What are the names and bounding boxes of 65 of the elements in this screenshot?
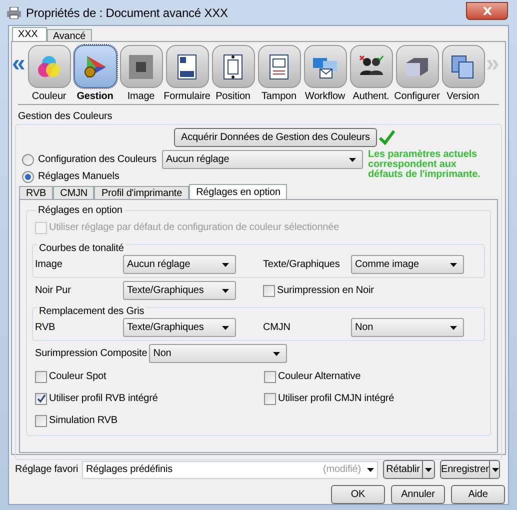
checkbox-label: Couleur Alternative — [278, 370, 361, 383]
radio-label: Configuration des Couleurs — [38, 153, 157, 166]
checkbox-label: Simulation RVB — [49, 414, 118, 427]
checkbox-label: Utiliser réglage par défaut de configuration de couleur sélectionnée — [49, 221, 340, 234]
tab[interactable]: Réglages en option — [189, 184, 288, 199]
previous-arrow[interactable]: « — [12, 45, 26, 83]
modified-note: (modifié) — [323, 463, 361, 476]
caret-icon — [450, 326, 457, 330]
tab[interactable]: CMJN — [53, 186, 94, 199]
caret-icon — [222, 288, 229, 292]
tab[interactable]: Profil d'imprimante — [94, 186, 190, 199]
dropdown[interactable]: Texte/Graphiques — [123, 281, 236, 300]
section-title: Gestion des Couleurs — [18, 110, 114, 123]
checkbox[interactable] — [264, 370, 276, 382]
checkbox[interactable] — [263, 284, 275, 296]
checkbox-label: Surimpression en Noir — [277, 284, 374, 297]
caret-icon — [222, 262, 229, 266]
radio-label: Réglages Manuels — [38, 170, 120, 183]
checkbox-label: Couleur Spot — [49, 370, 106, 383]
dropdown[interactable]: Aucun réglage — [123, 255, 236, 274]
dialog-button[interactable]: Annuler — [391, 485, 445, 504]
field-label: Noir Pur — [35, 284, 72, 297]
field-label: Image — [35, 258, 64, 271]
checkbox[interactable] — [35, 392, 47, 404]
dialog-button[interactable]: OK — [331, 485, 385, 504]
field-label: CMJN — [263, 321, 292, 334]
dropdown[interactable]: Non — [351, 318, 464, 337]
radio-button[interactable] — [22, 154, 34, 166]
checkbox[interactable] — [264, 392, 276, 404]
tab[interactable]: RVB — [19, 186, 54, 199]
checkbox[interactable] — [35, 370, 47, 382]
dropdown[interactable]: Aucun réglage — [162, 150, 363, 169]
toolbar-icon — [127, 52, 155, 80]
group-title: Réglages en option — [36, 204, 124, 217]
dropdown[interactable]: Non — [149, 344, 288, 363]
caret-icon — [492, 468, 499, 472]
caret-icon — [450, 262, 457, 266]
split-button[interactable]: Rétablir — [383, 460, 435, 479]
caret-icon — [222, 326, 229, 330]
checkbox-label: Utiliser profil RVB intégré — [49, 392, 158, 405]
tab[interactable]: XXX — [12, 27, 47, 41]
radio-button[interactable] — [22, 170, 34, 182]
field-label: Surimpression Composite — [35, 347, 148, 360]
caret-icon — [367, 468, 374, 472]
caret-icon — [349, 158, 356, 162]
window-title: Propriétés de : Document avancé XXX — [26, 6, 228, 20]
close-button[interactable] — [466, 2, 508, 20]
group-title: Remplacement des Gris — [37, 305, 146, 318]
field-label: Texte/Graphiques — [263, 258, 341, 271]
split-button[interactable]: Enregistrer — [440, 460, 500, 479]
checkbox[interactable] — [35, 414, 47, 426]
favorite-dropdown[interactable]: Réglages prédéfinis (modifié) — [82, 460, 378, 478]
tab[interactable]: Avancé — [47, 29, 92, 41]
status-message: Les paramètres actuels correspondent aux défauts de l'imprimante. — [368, 150, 482, 180]
caret-icon — [273, 352, 280, 356]
dropdown[interactable]: Texte/Graphiques — [123, 318, 236, 337]
dialog-button[interactable]: Acquérir Données de Gestion des Couleurs — [174, 128, 377, 146]
close-icon — [482, 7, 492, 15]
dialog-button[interactable]: Aide — [451, 485, 505, 504]
printer-icon — [7, 7, 21, 19]
caret-icon — [425, 468, 432, 472]
dropdown[interactable]: Comme image — [351, 255, 464, 274]
field-label: RVB — [35, 321, 56, 334]
checkbox-label: Utiliser profil CMJN intégré — [278, 392, 394, 405]
field-label: Réglage favori — [15, 463, 77, 476]
